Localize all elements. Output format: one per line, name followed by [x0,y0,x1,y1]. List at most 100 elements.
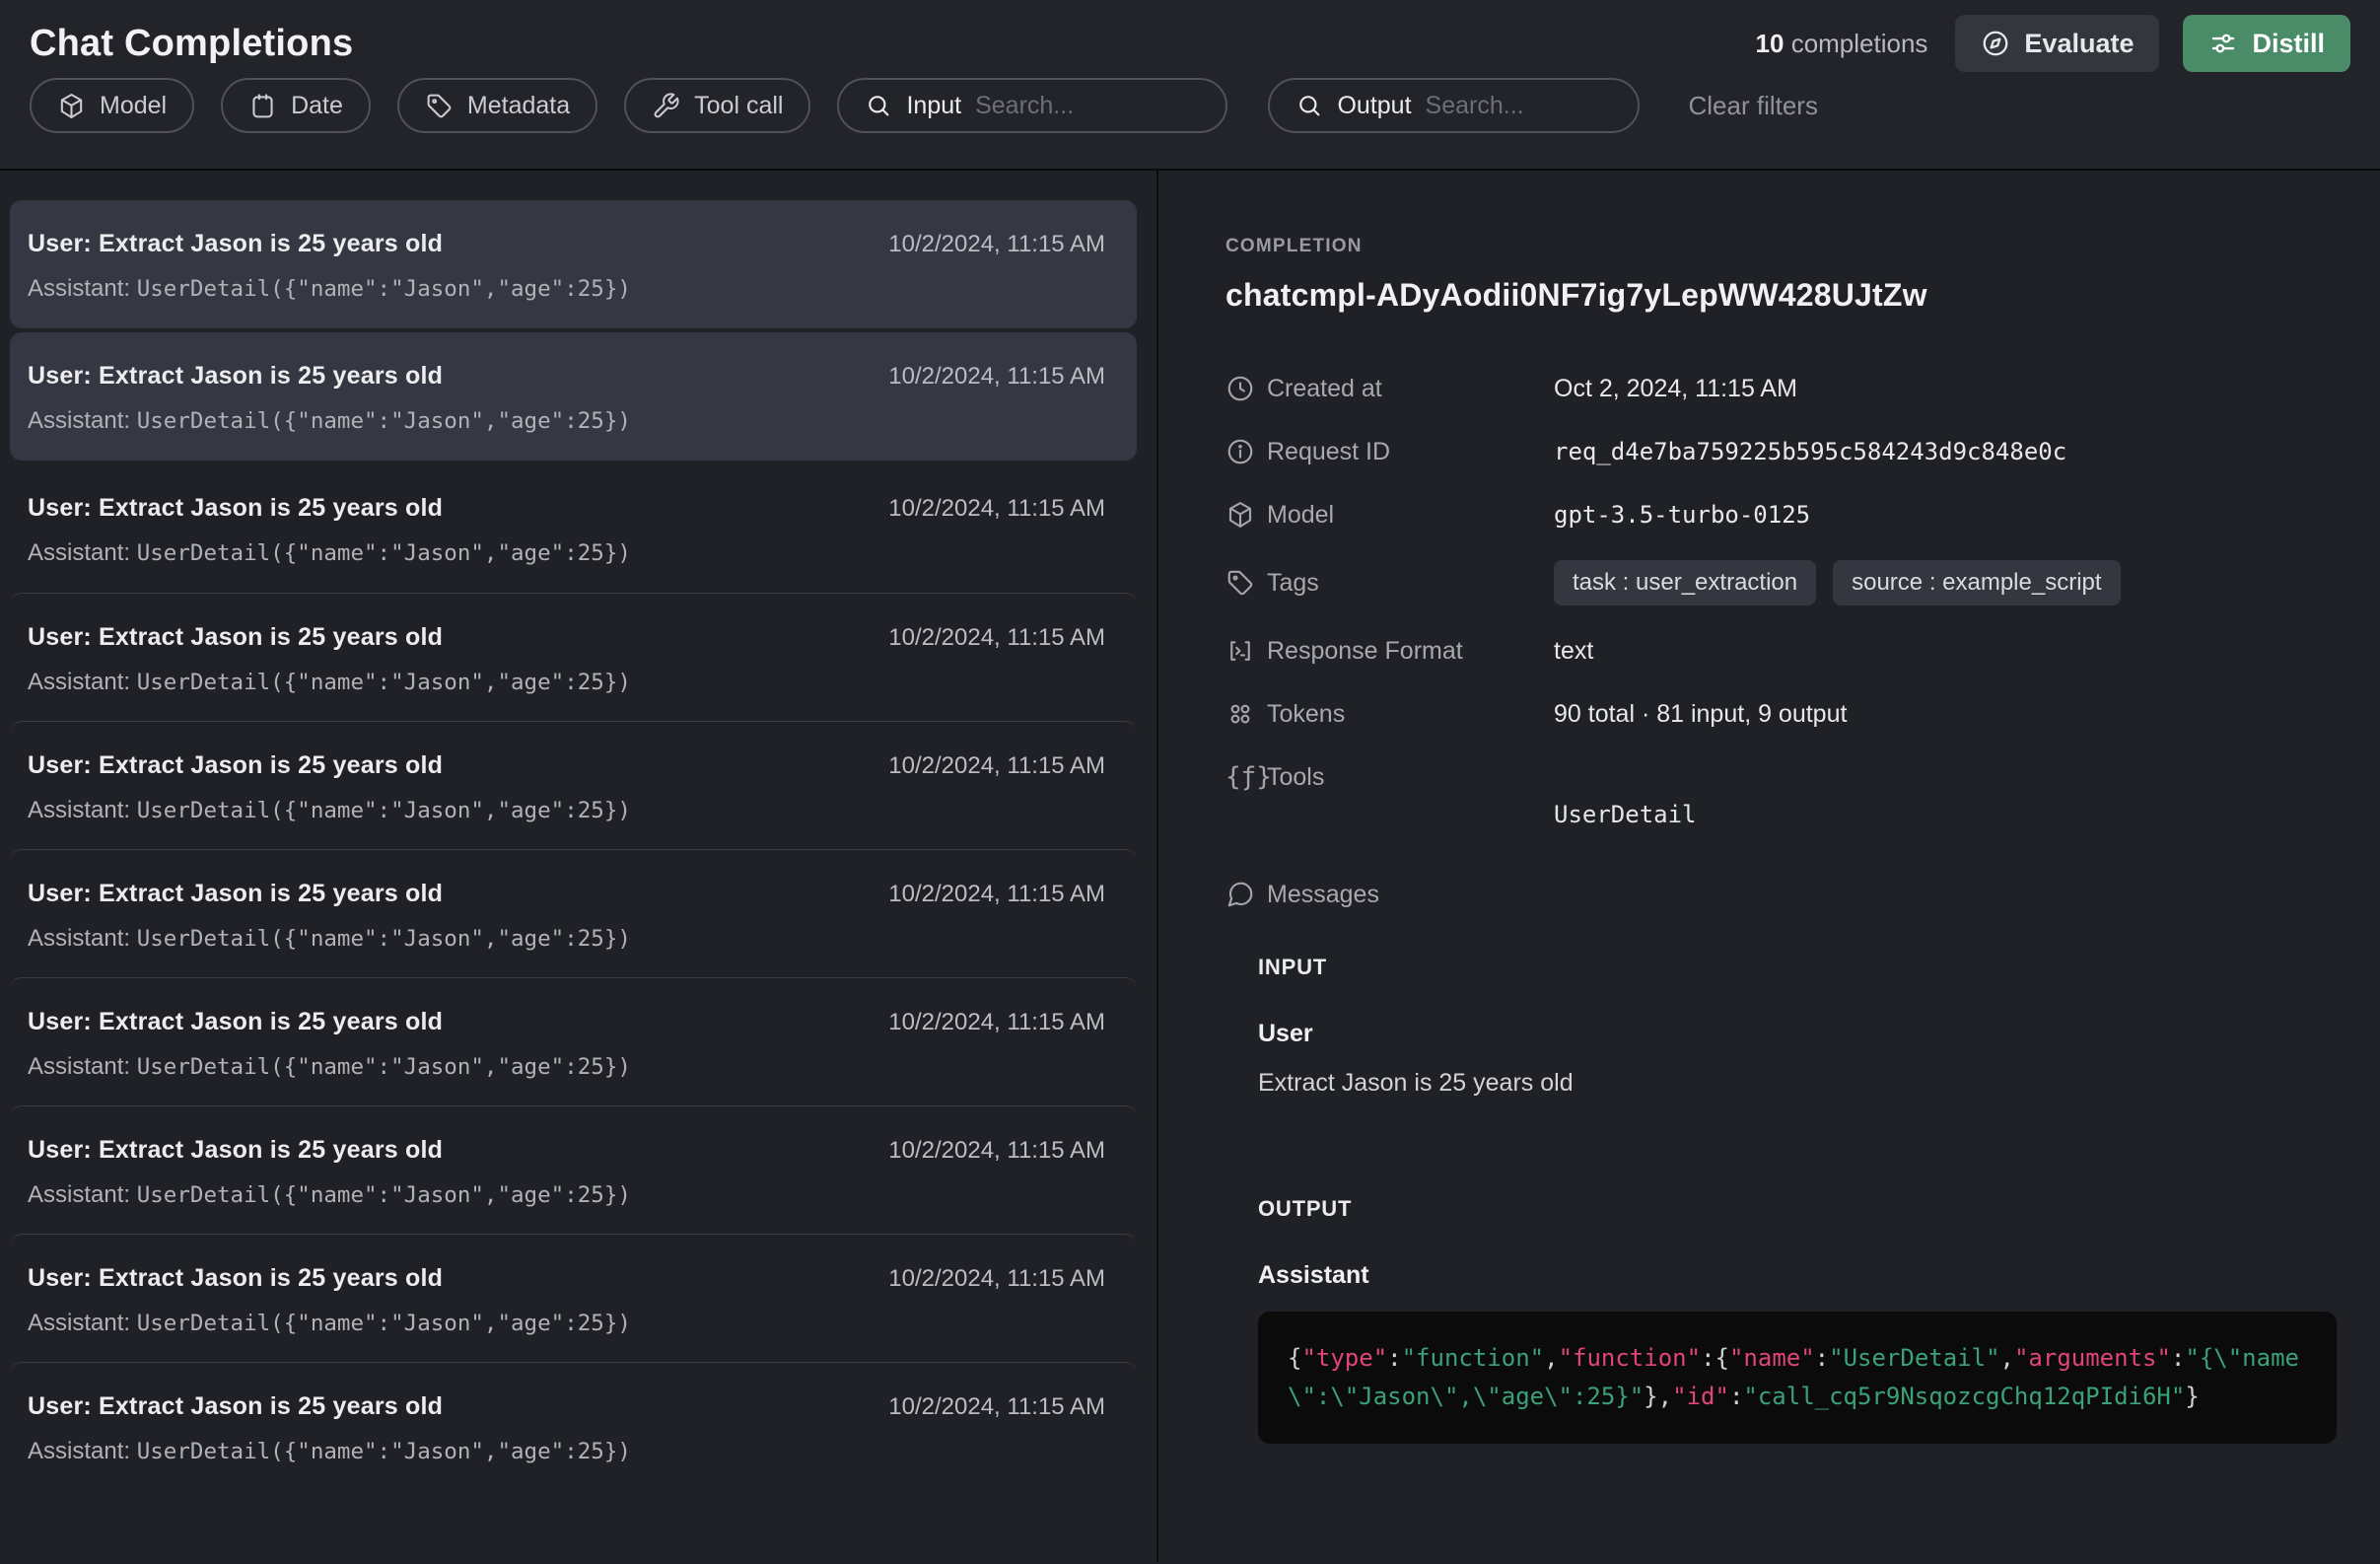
chat-bubble-icon [1225,880,1255,909]
item-assistant-line: Assistant: UserDetail({"name":"Jason","a… [28,1181,1105,1209]
item-user-line: User: Extract Jason is 25 years old [28,880,443,908]
tools-row: {ƒ} Tools [1225,759,2339,795]
filter-metadata[interactable]: Metadata [397,78,597,133]
item-assistant-line: Assistant: UserDetail({"name":"Jason","a… [28,797,1105,824]
model-cube-icon [1225,500,1255,530]
item-timestamp: 10/2/2024, 11:15 AM [888,1009,1105,1036]
completion-list-item[interactable]: User: Extract Jason is 25 years old 10/2… [10,1362,1137,1490]
output-search-label: Output [1337,92,1411,120]
output-section-header: OUTPUT [1258,1196,2339,1222]
output-code-block: {"type":"function","function":{"name":"U… [1258,1312,2337,1444]
item-timestamp: 10/2/2024, 11:15 AM [888,363,1105,391]
completion-list-item[interactable]: User: Extract Jason is 25 years old 10/2… [10,200,1137,328]
item-user-line: User: Extract Jason is 25 years old [28,751,443,780]
completion-list-item[interactable]: User: Extract Jason is 25 years old 10/2… [10,464,1137,593]
completion-list-item[interactable]: User: Extract Jason is 25 years old 10/2… [10,332,1137,461]
item-assistant-line: Assistant: UserDetail({"name":"Jason","a… [28,407,1105,435]
input-search-label: Input [906,92,961,120]
input-search-field[interactable]: Input Search... [837,78,1227,133]
page-header: Chat Completions 10 completions Evaluate [0,0,2380,171]
item-user-line: User: Extract Jason is 25 years old [28,1264,443,1293]
page-title: Chat Completions [30,23,353,65]
created-at-value: Oct 2, 2024, 11:15 AM [1554,375,2339,403]
item-assistant-line: Assistant: UserDetail({"name":"Jason","a… [28,1053,1105,1081]
completions-count: 10 completions [1756,29,1928,59]
tokens-icon [1225,699,1255,729]
item-user-line: User: Extract Jason is 25 years old [28,1008,443,1036]
input-search-placeholder: Search... [975,92,1074,120]
compass-icon [1981,29,2010,58]
info-icon [1225,437,1255,466]
item-timestamp: 10/2/2024, 11:15 AM [888,495,1105,523]
response-format-row: Response Format text [1225,633,2339,669]
filter-tool-call[interactable]: Tool call [624,78,810,133]
tag-icon [425,92,454,120]
response-format-icon [1225,636,1255,666]
messages-section-header: Messages [1225,880,2339,909]
item-timestamp: 10/2/2024, 11:15 AM [888,624,1105,652]
output-search-field[interactable]: Output Search... [1268,78,1640,133]
item-timestamp: 10/2/2024, 11:15 AM [888,881,1105,908]
input-section-header: INPUT [1258,955,2339,980]
created-at-row: Created at Oct 2, 2024, 11:15 AM [1225,371,2339,406]
item-user-line: User: Extract Jason is 25 years old [28,230,443,258]
filter-date[interactable]: Date [221,78,371,133]
messages-label: Messages [1267,881,2339,909]
model-value: gpt-3.5-turbo-0125 [1554,501,2339,529]
completion-detail-panel: COMPLETION chatcmpl-ADyAodii0NF7ig7yLepW… [1158,171,2380,1562]
item-assistant-line: Assistant: UserDetail({"name":"Jason","a… [28,539,1105,567]
item-user-line: User: Extract Jason is 25 years old [28,494,443,523]
tag-icon [1225,568,1255,598]
item-assistant-line: Assistant: UserDetail({"name":"Jason","a… [28,925,1105,953]
tokens-row: Tokens 90 total · 81 input, 9 output [1225,696,2339,732]
response-format-value: text [1554,637,2339,666]
item-timestamp: 10/2/2024, 11:15 AM [888,1137,1105,1165]
clock-icon [1225,374,1255,403]
item-timestamp: 10/2/2024, 11:15 AM [888,752,1105,780]
item-assistant-line: Assistant: UserDetail({"name":"Jason","a… [28,1310,1105,1337]
output-search-placeholder: Search... [1426,92,1524,120]
request-id-value: req_d4e7ba759225b595c584243d9c848e0c [1554,438,2339,465]
clear-filters-link[interactable]: Clear filters [1688,91,1817,121]
item-user-line: User: Extract Jason is 25 years old [28,623,443,652]
search-icon [1295,92,1323,119]
item-user-line: User: Extract Jason is 25 years old [28,1392,443,1421]
search-icon [865,92,892,119]
completions-list: User: Extract Jason is 25 years old 10/2… [0,171,1158,1562]
model-cube-icon [57,92,86,120]
tag-chip: source : example_script [1833,560,2120,605]
wrench-icon [652,92,680,120]
item-assistant-line: Assistant: UserDetail({"name":"Jason","a… [28,1438,1105,1465]
completion-list-item[interactable]: User: Extract Jason is 25 years old 10/2… [10,1234,1137,1362]
input-role: User [1258,1020,2339,1048]
tool-name: UserDetail [1554,801,2339,828]
item-assistant-line: Assistant: UserDetail({"name":"Jason","a… [28,275,1105,303]
completion-id: chatcmpl-ADyAodii0NF7ig7yLepWW428UJtZw [1225,277,2339,314]
tags-row: Tags task : user_extractionsource : exam… [1225,560,2339,605]
completion-list-item[interactable]: User: Extract Jason is 25 years old 10/2… [10,593,1137,721]
filter-model[interactable]: Model [30,78,194,133]
tag-chip: task : user_extraction [1554,560,1816,605]
item-timestamp: 10/2/2024, 11:15 AM [888,231,1105,258]
completion-list-item[interactable]: User: Extract Jason is 25 years old 10/2… [10,977,1137,1105]
model-row: Model gpt-3.5-turbo-0125 [1225,497,2339,533]
output-role: Assistant [1258,1261,2339,1290]
completion-list-item[interactable]: User: Extract Jason is 25 years old 10/2… [10,1105,1137,1234]
calendar-icon [248,92,277,120]
filter-bar: Model Date Metadata [30,78,2350,133]
tag-chips: task : user_extraction source : example_s… [1554,560,2339,605]
completion-kicker: COMPLETION [1225,236,2339,257]
function-braces-icon: {ƒ} [1225,762,1255,792]
tokens-value: 90 total · 81 input, 9 output [1554,700,2339,729]
request-id-row: Request ID req_d4e7ba759225b595c584243d9… [1225,434,2339,469]
item-timestamp: 10/2/2024, 11:15 AM [888,1393,1105,1421]
input-message-text: Extract Jason is 25 years old [1258,1069,2339,1098]
completion-list-item[interactable]: User: Extract Jason is 25 years old 10/2… [10,721,1137,849]
evaluate-button[interactable]: Evaluate [1955,15,2159,72]
distill-button[interactable]: Distill [2183,15,2350,72]
item-assistant-line: Assistant: UserDetail({"name":"Jason","a… [28,669,1105,696]
sliders-icon [2208,29,2238,58]
item-timestamp: 10/2/2024, 11:15 AM [888,1265,1105,1293]
item-user-line: User: Extract Jason is 25 years old [28,362,443,391]
completion-list-item[interactable]: User: Extract Jason is 25 years old 10/2… [10,849,1137,977]
